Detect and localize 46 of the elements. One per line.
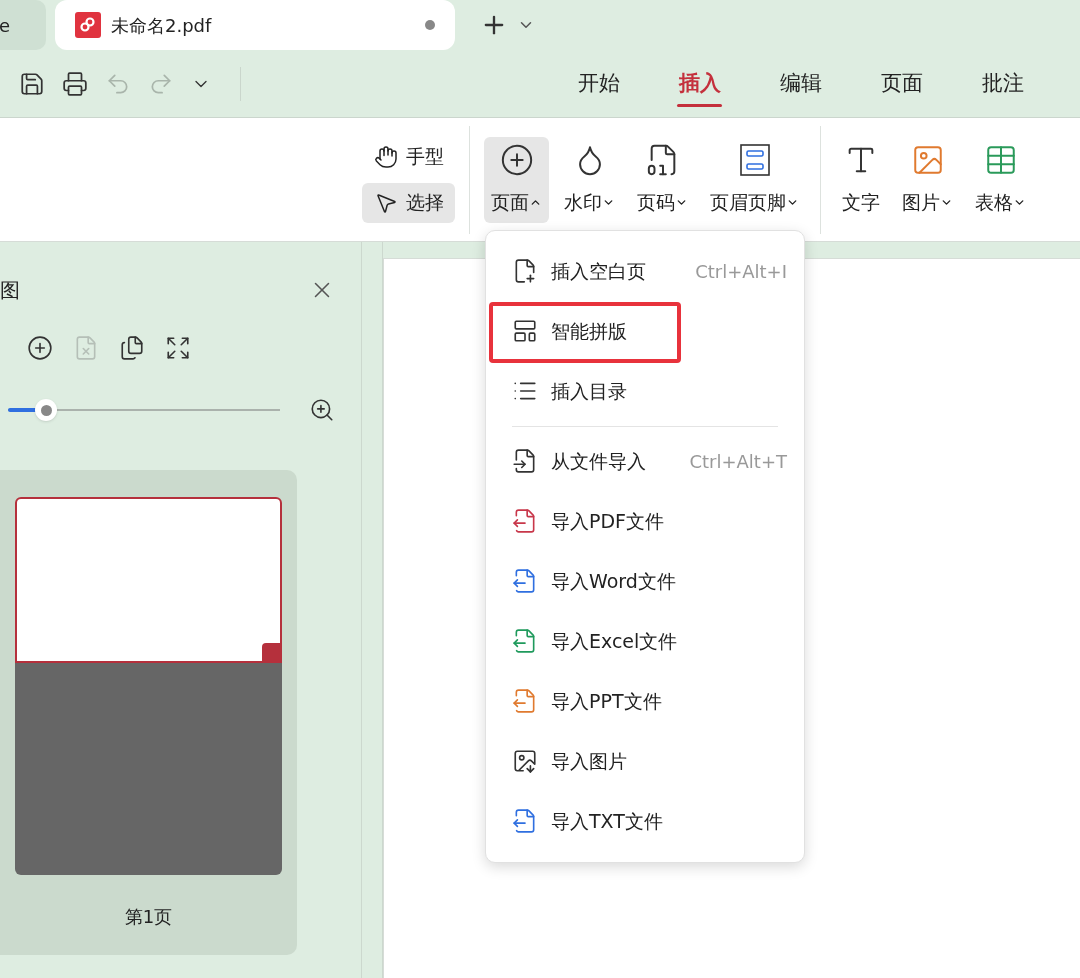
menu-item[interactable]: 从文件导入 Ctrl+Alt+T — [486, 431, 804, 491]
print-icon[interactable] — [62, 70, 88, 97]
page-label: 第1页 — [124, 905, 173, 929]
menu-tab[interactable]: 页面 — [851, 58, 952, 109]
hand-icon — [373, 144, 398, 169]
zoom-slider[interactable] — [8, 399, 280, 421]
document-tab[interactable]: 未命名2.pdf — [55, 0, 455, 50]
layout-icon — [512, 318, 538, 344]
hand-tool-button[interactable]: 手型 — [362, 136, 455, 177]
shortcut-label: Ctrl+Alt+I — [695, 259, 787, 284]
ribbon-button[interactable]: 文字 — [835, 136, 887, 223]
menu-item[interactable]: 插入空白页 Ctrl+Alt+I — [486, 241, 804, 301]
image-import-icon — [512, 748, 538, 774]
select-tool-button[interactable]: 选择 — [362, 182, 455, 223]
menu-tab[interactable]: 插入 — [649, 58, 750, 109]
menu-item[interactable]: 导入Excel文件 — [486, 611, 804, 671]
app-logo-icon — [75, 12, 101, 38]
expand-icon[interactable] — [165, 335, 191, 361]
ribbon-button[interactable]: 表格 — [968, 136, 1033, 223]
ribbon-button[interactable]: 页眉页脚 — [703, 136, 806, 223]
menu-item[interactable]: 导入PPT文件 — [486, 671, 804, 731]
menu-item[interactable]: 智能拼版 — [486, 301, 804, 361]
ribbon-button[interactable]: 页面 — [484, 136, 549, 223]
menu-item[interactable]: 导入图片 — [486, 731, 804, 791]
thumbnail-card[interactable]: 第1页 — [0, 470, 297, 955]
ribbon-button[interactable]: 页码 — [630, 136, 695, 223]
document-tab[interactable]: e — [0, 0, 46, 50]
menu-item[interactable]: 导入Word文件 — [486, 551, 804, 611]
panel-title: 图 — [0, 277, 20, 304]
file-swap-icon[interactable] — [119, 335, 145, 361]
menu-item[interactable]: 导入PDF文件 — [486, 491, 804, 551]
zoom-in-icon[interactable] — [309, 397, 335, 423]
ribbon-button[interactable]: 图片 — [895, 136, 960, 223]
save-icon[interactable] — [19, 70, 45, 97]
menu-item[interactable]: 导入TXT文件 — [486, 791, 804, 851]
selected-corner-badge — [262, 643, 282, 663]
header-footer-icon — [737, 142, 772, 177]
menu-tab[interactable]: 批注 — [952, 58, 1053, 109]
plus-circle-icon — [499, 142, 534, 177]
ribbon-button[interactable]: 水印 — [557, 136, 622, 223]
menu-tab[interactable]: 编辑 — [750, 58, 851, 109]
shortcut-label: Ctrl+Alt+T — [689, 449, 787, 474]
tab-title: 未命名2.pdf — [111, 13, 212, 38]
menu-tab[interactable]: 开始 — [548, 58, 649, 109]
plus-circle-icon[interactable] — [27, 335, 53, 361]
menu-item[interactable]: 插入目录 — [486, 361, 804, 421]
